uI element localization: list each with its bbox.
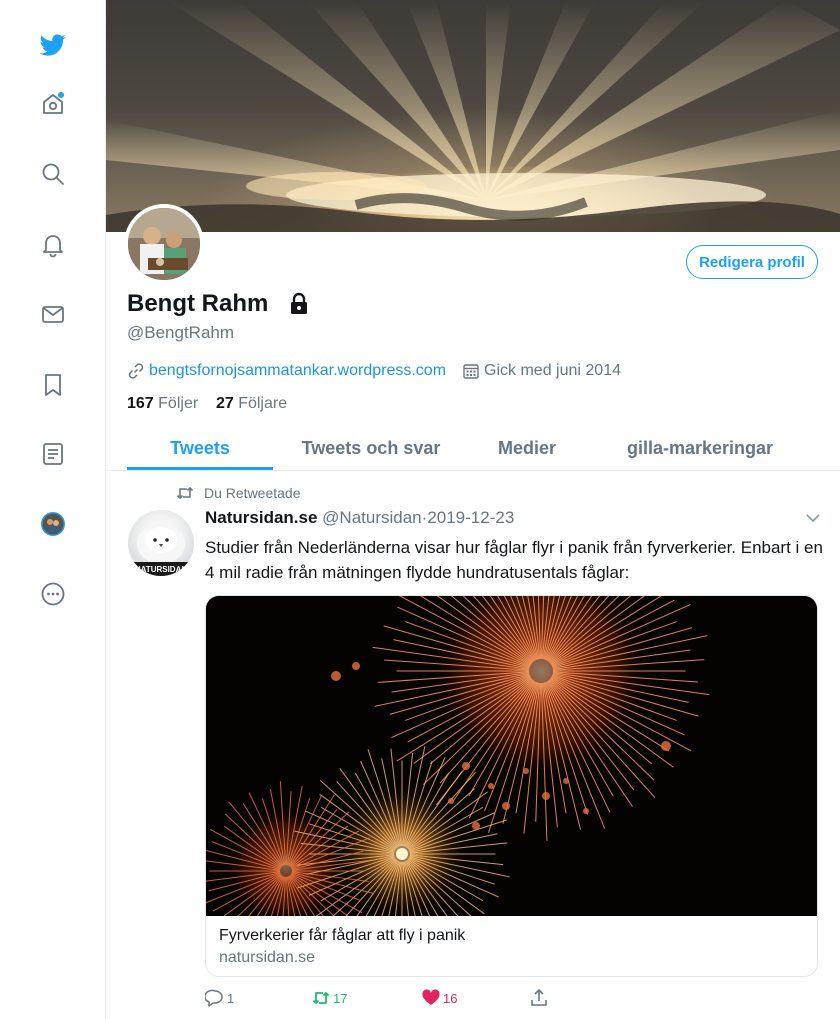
retweet-button[interactable]: 17 — [311, 988, 347, 1008]
lists-icon[interactable] — [36, 437, 70, 471]
avatar-logo-text: NATURSIDAN — [135, 565, 188, 574]
following-label: Följer — [158, 395, 199, 412]
reply-icon — [205, 989, 223, 1007]
link-preview-card[interactable]: Fyrverkerier får fåglar att fly i panik … — [205, 595, 818, 977]
like-count: 16 — [443, 990, 458, 1006]
chevron-down-icon[interactable] — [805, 512, 821, 524]
following-count: 167 — [127, 395, 154, 412]
followers-label: Följare — [238, 395, 288, 412]
edit-profile-button[interactable]: Redigera profil — [686, 245, 818, 279]
tab-media[interactable]: Medier — [469, 425, 585, 471]
retweet-icon — [312, 991, 330, 1005]
search-icon[interactable] — [36, 157, 70, 191]
retweet-context-label: Du Retweetade — [204, 485, 301, 501]
heart-icon — [422, 989, 440, 1005]
more-icon[interactable] — [36, 577, 70, 611]
lock-icon — [291, 292, 307, 314]
followers-count: 27 — [215, 395, 234, 412]
reply-button[interactable]: 1 — [205, 988, 234, 1008]
tweet-author-avatar[interactable]: NATURSIDAN — [128, 510, 194, 576]
profile-avatar[interactable] — [124, 204, 204, 284]
twitter-bird-icon[interactable] — [36, 28, 70, 62]
bookmark-icon[interactable] — [36, 368, 70, 402]
profile-handle: @BengtRahm — [127, 323, 235, 342]
tabs-divider — [106, 470, 840, 471]
retweet-count: 17 — [333, 990, 348, 1006]
calendar-icon — [463, 364, 479, 379]
tweet-author-name[interactable]: Natursidan.se — [205, 508, 317, 527]
following-link[interactable]: 167 Följer — [127, 395, 198, 412]
share-icon — [531, 988, 547, 1006]
profile-website-link[interactable]: bengtsfornojsammatankar.wordpress.com — [149, 362, 446, 380]
retweet-context: Du Retweetade — [176, 485, 301, 501]
card-image-fireworks — [206, 596, 817, 962]
profile-joined-date: Gick med juni 2014 — [484, 362, 621, 379]
tweet-text: Studier från Nederländerna visar hur fåg… — [205, 538, 823, 582]
messages-envelope-icon[interactable] — [36, 297, 70, 331]
card-title: Fyrverkerier får fåglar att fly i panik — [219, 927, 466, 944]
tweet-actions: 1 17 16 — [205, 988, 825, 1010]
tweet-date[interactable]: 2019-12-23 — [427, 508, 514, 527]
notifications-bell-icon[interactable] — [36, 228, 70, 262]
follow-stats: 167 Följer 27 Följare — [127, 395, 287, 413]
home-icon[interactable] — [36, 87, 70, 121]
profile-display-name: Bengt Rahm — [127, 290, 269, 317]
reply-count: 1 — [227, 990, 235, 1006]
tab-tweets[interactable]: Tweets — [127, 425, 273, 471]
link-icon — [128, 363, 144, 379]
profile-banner-image[interactable] — [106, 0, 840, 232]
sidebar-nav — [0, 0, 106, 1019]
card-domain: natursidan.se — [219, 949, 316, 966]
profile-avatar-icon[interactable] — [36, 507, 70, 541]
profile-meta: bengtsfornojsammatankar.wordpress.com Gi… — [127, 362, 621, 380]
tab-tweets-and-replies[interactable]: Tweets och svar — [273, 425, 469, 471]
profile-tabs: Tweets Tweets och svar Medier gilla-mark… — [127, 425, 840, 471]
tweet-author-handle[interactable]: @Natursidan — [322, 508, 421, 527]
tweet-header: Natursidan.se @Natursidan·2019-12-23 — [205, 508, 514, 528]
like-button[interactable]: 16 — [421, 988, 457, 1008]
tab-likes[interactable]: gilla-markeringar — [605, 425, 795, 471]
retweet-context-icon — [176, 486, 194, 500]
share-button[interactable] — [529, 988, 551, 1008]
followers-link[interactable]: 27 Följare — [216, 395, 287, 412]
